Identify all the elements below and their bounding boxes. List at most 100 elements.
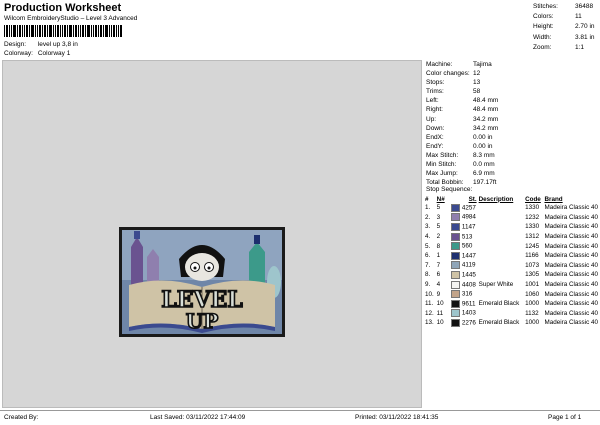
row-index: 11. — [425, 300, 434, 308]
footer: Created By: Last Saved: 03/11/2022 17:44… — [0, 410, 600, 425]
row-stitch-count: 1447 — [461, 252, 476, 260]
machine-info-value: 0.00 in — [473, 133, 493, 141]
table-row: 8. 6 1445 1305 Madeira Classic 40 — [425, 270, 600, 280]
row-code: 1330 — [525, 204, 540, 212]
row-needle: 11 — [436, 309, 444, 317]
machine-info-row: Machine: Tajima — [426, 60, 498, 69]
row-stitches: 4408 — [450, 280, 479, 290]
row-index: 10. — [425, 290, 434, 298]
row-index: 12. — [425, 309, 434, 317]
row-needle: 2 — [436, 233, 441, 241]
row-description: Super White — [478, 281, 514, 289]
design-preview-canvas: LEVEL UP — [2, 60, 422, 408]
row-brand: Madeira Classic 40 — [544, 309, 598, 317]
color-swatch — [450, 261, 460, 270]
created-by: Created By: — [4, 414, 39, 421]
row-stitch-count: 9611 — [461, 300, 476, 308]
design-value: level up 3,8 in — [37, 41, 78, 48]
row-needle: 9 — [436, 290, 441, 298]
col-needle: N# — [436, 195, 445, 203]
row-description — [479, 309, 525, 319]
row-code: 1232 — [525, 213, 540, 221]
row-needle: 8 — [436, 242, 441, 250]
summary-stats: Stitches: 36488 Colors: 11 Height: 2.70 in … — [533, 2, 595, 53]
machine-info-row: Min Stitch: 0.0 mm — [426, 160, 498, 169]
table-row: 6. 1 1447 1166 Madeira Classic 40 — [425, 251, 600, 261]
row-stitches: 1147 — [450, 222, 479, 232]
machine-info-label: Left: — [426, 97, 439, 105]
row-stitches: 1445 — [450, 270, 479, 280]
stop-sequence-title: Stop Sequence: — [426, 186, 473, 193]
machine-info-label: Trims: — [426, 88, 444, 96]
row-code: 1305 — [525, 271, 540, 279]
color-swatch — [450, 299, 460, 308]
machine-info-row: Right: 48.4 mm — [426, 105, 498, 114]
table-row: 1. 5 4257 1330 Madeira Classic 40 — [425, 203, 600, 213]
row-stitch-count: 4257 — [461, 204, 476, 212]
row-index: 3. — [425, 223, 431, 231]
row-brand: Madeira Classic 40 — [544, 319, 598, 327]
row-stitches: 513 — [450, 232, 479, 242]
col-brand: Brand — [544, 195, 563, 203]
row-code: 1001 — [525, 281, 540, 289]
machine-info-value: 6.9 mm — [473, 170, 495, 178]
row-stitches: 1447 — [450, 251, 479, 261]
colorway-row: Colorway: Colorway 1 — [4, 50, 70, 57]
machine-info-value: Tajima — [473, 61, 492, 68]
row-index: 8. — [425, 271, 431, 279]
row-brand: Madeira Classic 40 — [544, 204, 598, 212]
stat-stitches: Stitches: 36488 — [533, 3, 594, 10]
machine-info-row: EndX: 0.00 in — [426, 133, 498, 142]
color-swatch — [450, 251, 460, 260]
row-description — [479, 232, 525, 242]
row-description — [479, 270, 525, 280]
row-code: 1000 — [525, 300, 540, 308]
machine-info-value: 48.4 mm — [473, 106, 499, 114]
row-code: 1132 — [525, 309, 539, 317]
row-index: 4. — [425, 233, 431, 241]
row-stitch-count: 1445 — [461, 271, 476, 279]
row-stitches: 1403 — [450, 309, 479, 319]
machine-info-row: Down: 34.2 mm — [426, 124, 498, 133]
row-brand: Madeira Classic 40 — [544, 271, 598, 279]
machine-info-label: Stops: — [426, 79, 445, 87]
machine-info-value: 0.00 in — [473, 142, 493, 150]
page-number: Page 1 of 1 — [548, 414, 582, 421]
row-brand: Madeira Classic 40 — [544, 290, 598, 298]
row-stitches: 4119 — [450, 261, 479, 271]
color-swatch — [450, 270, 460, 279]
embroidery-design-preview: LEVEL UP — [119, 227, 285, 337]
row-index: 5. — [425, 242, 431, 250]
row-stitches: 560 — [450, 241, 479, 251]
row-brand: Madeira Classic 40 — [544, 252, 598, 260]
row-stitch-count: 1147 — [461, 223, 476, 231]
row-index: 2. — [425, 213, 431, 221]
stat-width: Width: 3.81 in — [533, 33, 595, 41]
row-brand: Madeira Classic 40 — [544, 213, 598, 221]
table-row: 9. 4 4408 Super White 1001 Madeira Classic 40 — [425, 280, 600, 290]
machine-info-row: Max Jump: 6.9 mm — [426, 169, 498, 178]
row-brand: Madeira Classic 40 — [544, 223, 598, 231]
color-swatch — [450, 232, 460, 241]
design-label: Design: — [4, 41, 27, 48]
row-needle: 6 — [436, 271, 441, 279]
row-code: 1312 — [525, 233, 540, 241]
row-description — [479, 203, 525, 213]
table-row: 3. 5 1147 1330 Madeira Classic 40 — [425, 222, 600, 232]
row-needle: 5 — [436, 204, 441, 212]
row-code: 1330 — [525, 223, 540, 231]
stop-sequence-table: # N# St. Description Code Brand 1. 5 4257 1… — [425, 195, 600, 328]
machine-info-label: Down: — [426, 124, 445, 132]
machine-info-value: 13 — [473, 79, 481, 87]
machine-info-row: Trims: 58 — [426, 87, 498, 96]
row-code: 1000 — [525, 319, 540, 327]
row-description — [479, 289, 525, 299]
row-index: 9. — [425, 281, 431, 289]
colorway-label: Colorway: — [4, 50, 33, 57]
row-needle: 1 — [436, 252, 441, 260]
color-swatch — [450, 213, 460, 222]
table-row: 13. 10 2276 Emerald Black 1000 Madeira Classi… — [425, 318, 600, 328]
row-stitch-count: 2276 — [461, 319, 476, 327]
table-row: 2. 3 4984 1232 Madeira Classic 40 — [425, 213, 600, 223]
design-row: Design: level up 3,8 in — [4, 41, 78, 48]
